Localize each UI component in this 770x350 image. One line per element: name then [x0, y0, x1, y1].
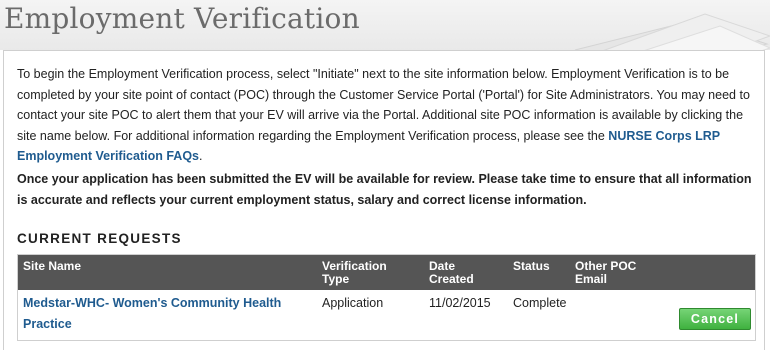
page-title: Employment Verification — [4, 2, 360, 35]
col-date-created-line2: Created — [429, 271, 474, 286]
col-date-created: Date Created — [429, 260, 474, 285]
col-status: Status — [513, 260, 550, 273]
current-requests-table: Site Name Verification Type Date Created… — [17, 254, 756, 341]
date-created-cell: 11/02/2015 — [429, 296, 491, 310]
col-site-name: Site Name — [23, 260, 81, 273]
col-site-name-label: Site Name — [23, 259, 82, 273]
col-other-poc-email: Other POC Email — [575, 260, 636, 285]
col-other-poc-line1: Other POC — [575, 259, 637, 273]
site-name-link[interactable]: Medstar-WHC- Women's Community Health Pr… — [23, 293, 293, 334]
col-verification-type-line1: Verification — [322, 259, 387, 273]
verification-type-cell: Application — [322, 296, 384, 310]
col-verification-type-line2: Type — [322, 271, 350, 286]
intro-suffix: . — [199, 149, 203, 163]
cancel-button[interactable]: Cancel — [679, 308, 751, 330]
content-panel: To begin the Employment Verification pro… — [3, 50, 765, 350]
col-other-poc-line2: Email — [575, 271, 608, 286]
page-header: Employment Verification — [0, 0, 770, 66]
table-header: Site Name Verification Type Date Created… — [18, 255, 755, 290]
col-status-label: Status — [513, 259, 550, 273]
intro-paragraph: To begin the Employment Verification pro… — [17, 64, 752, 167]
col-verification-type: Verification Type — [322, 260, 387, 285]
status-cell: Complete — [513, 296, 567, 310]
review-notice: Once your application has been submitted… — [17, 172, 752, 207]
current-requests-heading: CURRENT REQUESTS — [17, 231, 182, 246]
col-date-created-line1: Date — [429, 259, 456, 273]
